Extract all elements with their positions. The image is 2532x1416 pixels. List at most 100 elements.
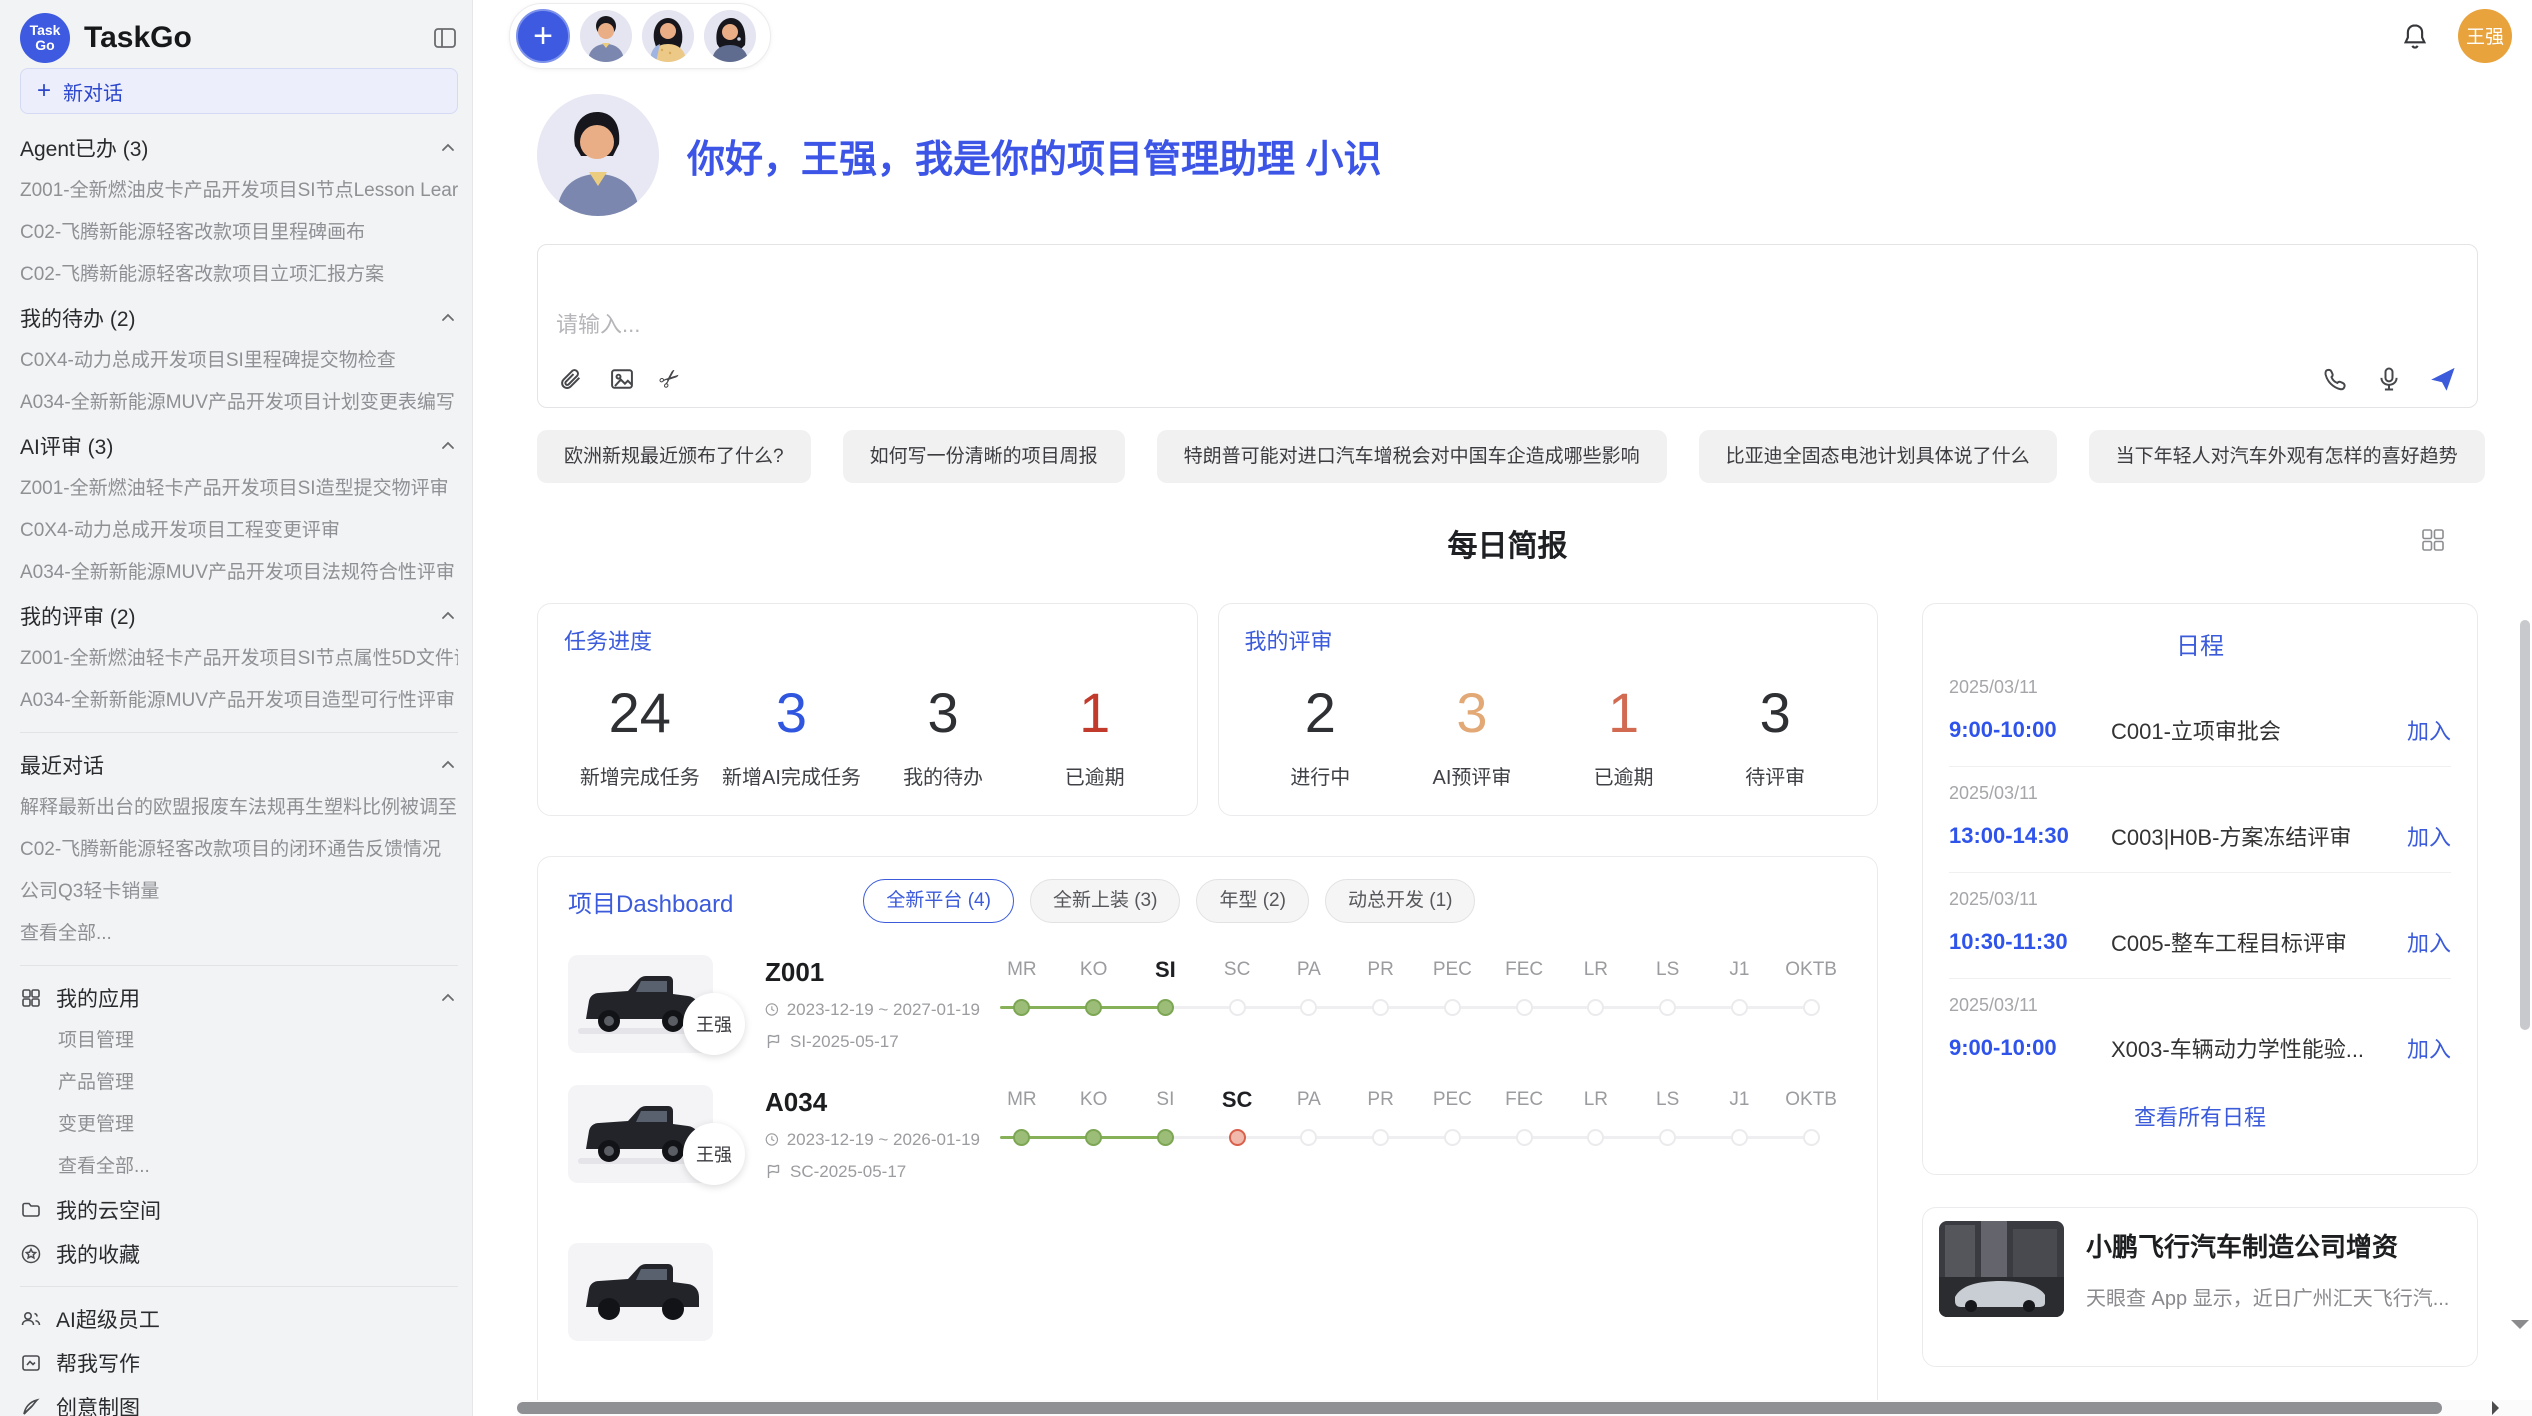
microphone-icon[interactable] [2375,365,2403,393]
suggestion-chip[interactable]: 特朗普可能对进口汽车增税会对中国车企造成哪些影响 [1157,430,1667,483]
writing-icon [20,1352,42,1374]
vertical-scrollbar-thumb[interactable] [2520,620,2530,1030]
chevron-up-icon[interactable] [438,755,458,775]
avatar[interactable] [642,10,694,62]
milestone: LS [1632,955,1704,1016]
sidebar-item-ai-employee[interactable]: AI超级员工 [20,1297,458,1341]
project-row[interactable]: 王强 Z001 2023-12-19 ~ 2027-01-19 SI-2025-… [568,955,1847,1053]
sidebar-item-product-mgmt[interactable]: 产品管理 [20,1062,458,1104]
milestone-node [1731,999,1748,1016]
suggestion-chip[interactable]: 欧洲新规最近颁布了什么? [537,430,811,483]
sidebar-section: 我的待办 (2) C0X4-动力总成开发项目SI里程碑提交物检查 A034-全新… [20,296,458,424]
new-chat-button[interactable]: + 新对话 [20,68,458,114]
clock-icon [765,1001,779,1018]
dashboard-filter-tab[interactable]: 年型 (2) [1196,879,1309,923]
notification-bell-icon[interactable] [2400,21,2430,51]
sidebar-conversation-item[interactable]: C02-飞腾新能源轻客改款项目的闭环通告反馈情况 [20,829,458,871]
avatar[interactable] [580,10,632,62]
sidebar-conversation-item[interactable]: Z001-全新燃油轻卡产品开发项目SI节点属性5D文件评审 [20,638,458,680]
user-avatar[interactable]: 王强 [2458,9,2512,63]
stat-value: 3 [1396,680,1548,745]
sidebar-item-favorites[interactable]: 我的收藏 [20,1232,458,1276]
chevron-up-icon[interactable] [438,606,458,626]
horizontal-scrollbar-thumb[interactable] [517,1402,2442,1414]
chevron-up-icon[interactable] [438,308,458,328]
paperclip-icon[interactable] [556,365,584,393]
chevron-up-icon[interactable] [438,436,458,456]
sidebar-item-write-helper[interactable]: 帮我写作 [20,1341,458,1385]
briefing-layout-icon[interactable] [2420,527,2446,558]
horizontal-scrollbar[interactable] [517,1400,2532,1416]
stat-value: 24 [564,680,716,745]
sidebar-conversation-item[interactable]: C02-飞腾新能源轻客改款项目立项汇报方案 [20,254,458,296]
sidebar-item-my-apps[interactable]: 我的应用 [20,976,458,1020]
suggestion-chip[interactable]: 如何写一份清晰的项目周报 [843,430,1125,483]
sidebar-section-header[interactable]: 我的待办 (2) [20,296,458,340]
image-upload-icon[interactable] [608,365,636,393]
milestone-label: PA [1273,1085,1345,1115]
schedule-title: 日程 [1949,626,2451,661]
chat-input-card[interactable]: 请输入... ✂ [537,244,2478,408]
sidebar-item-cloud-space[interactable]: 我的云空间 [20,1188,458,1232]
milestone-node [1372,999,1389,1016]
project-date-range: 2023-12-19 ~ 2026-01-19 [787,1130,980,1150]
chevron-up-icon[interactable] [438,988,458,1008]
milestone-node [1587,1129,1604,1146]
view-all-schedule-link[interactable]: 查看所有日程 [1949,1100,2451,1132]
dashboard-filter-tab[interactable]: 全新上装 (3) [1030,879,1181,923]
send-icon[interactable] [2429,365,2457,393]
milestone: LS [1632,1085,1704,1146]
milestone-label: PR [1345,955,1417,985]
dashboard-filter-tab[interactable]: 动总开发 (1) [1325,879,1476,923]
sidebar-conversation-item[interactable]: A034-全新新能源MUV产品开发项目造型可行性评审 [20,680,458,722]
sidebar-section-header[interactable]: 最近对话 [20,743,458,787]
project-info: Z001 2023-12-19 ~ 2027-01-19 SI-2025-05-… [765,957,980,1052]
sidebar-collapse-icon[interactable] [432,25,458,51]
event-join-link[interactable]: 加入 [2407,1032,2451,1064]
scroll-right-arrow[interactable] [2492,1401,2506,1415]
sidebar-conversation-item[interactable]: C02-飞腾新能源轻客改款项目里程碑画布 [20,212,458,254]
sidebar-item-view-all-apps[interactable]: 查看全部... [20,1146,458,1188]
sidebar-conversation-item[interactable]: C0X4-动力总成开发项目工程变更评审 [20,510,458,552]
dashboard-title: 项目Dashboard [568,884,733,919]
sidebar-conversation-item[interactable]: A034-全新新能源MUV产品开发项目法规符合性评审 [20,552,458,594]
sidebar-section-header[interactable]: Agent已办 (3) [20,126,458,170]
milestone-timeline: MR KO SI SC PA PR PEC FEC LR LS J1 [986,1085,1847,1183]
sidebar-conversation-item[interactable]: 查看全部... [20,913,458,955]
sidebar-conversation-item[interactable]: 解释最新出台的欧盟报废车法规再生塑料比例被调至15%... [20,787,458,829]
news-card[interactable]: 小鹏飞行汽车制造公司增资 天眼查 App 显示，近日广州汇天飞行汽... [1922,1207,2478,1367]
sidebar-conversation-item[interactable]: Z001-全新燃油皮卡产品开发项目SI节点Lesson Learn报告 [20,170,458,212]
add-member-button[interactable]: + [516,9,570,63]
event-join-link[interactable]: 加入 [2407,714,2451,746]
left-column: 任务进度 24 新增完成任务 3 新增AI完成任务 3 我的待办 1 已逾期 我… [537,603,1878,1416]
avatar[interactable] [704,10,756,62]
sidebar-item-change-mgmt[interactable]: 变更管理 [20,1104,458,1146]
milestone-node [1372,1129,1389,1146]
milestone-label: KO [1058,1085,1130,1115]
dashboard-filter-tab[interactable]: 全新平台 (4) [863,879,1014,923]
chevron-up-icon[interactable] [438,138,458,158]
scroll-down-arrow[interactable] [2511,1320,2529,1338]
sidebar-conversation-item[interactable]: 公司Q3轻卡销量 [20,871,458,913]
scissors-icon[interactable]: ✂ [654,363,686,396]
suggestion-chip[interactable]: 当下年轻人对汽车外观有怎样的喜好趋势 [2089,430,2485,483]
sidebar-section-header[interactable]: 我的评审 (2) [20,594,458,638]
project-row[interactable]: 王强 A034 2023-12-19 ~ 2026-01-19 SC-2025-… [568,1085,1847,1183]
event-time: 10:30-11:30 [1949,929,2101,955]
milestone-label: FEC [1488,1085,1560,1115]
milestone-label: SC [1201,1085,1273,1115]
sidebar-item-project-mgmt[interactable]: 项目管理 [20,1020,458,1062]
event-join-link[interactable]: 加入 [2407,820,2451,852]
event-join-link[interactable]: 加入 [2407,926,2451,958]
stat-item: 24 新增完成任务 [564,680,716,790]
project-owner-name: 王强 [696,1141,732,1167]
milestone: LR [1560,955,1632,1016]
sidebar-conversation-item[interactable]: A034-全新新能源MUV产品开发项目计划变更表编写 [20,382,458,424]
sidebar-conversation-item[interactable]: C0X4-动力总成开发项目SI里程碑提交物检查 [20,340,458,382]
suggestion-chip[interactable]: 比亚迪全固态电池计划具体说了什么 [1699,430,2057,483]
milestone-node [1229,999,1246,1016]
sidebar-section-header[interactable]: AI评审 (3) [20,424,458,468]
phone-call-icon[interactable] [2321,365,2349,393]
sidebar-conversation-item[interactable]: Z001-全新燃油轻卡产品开发项目SI造型提交物评审 [20,468,458,510]
sidebar-item-creative-draw[interactable]: 创意制图 [20,1385,458,1416]
